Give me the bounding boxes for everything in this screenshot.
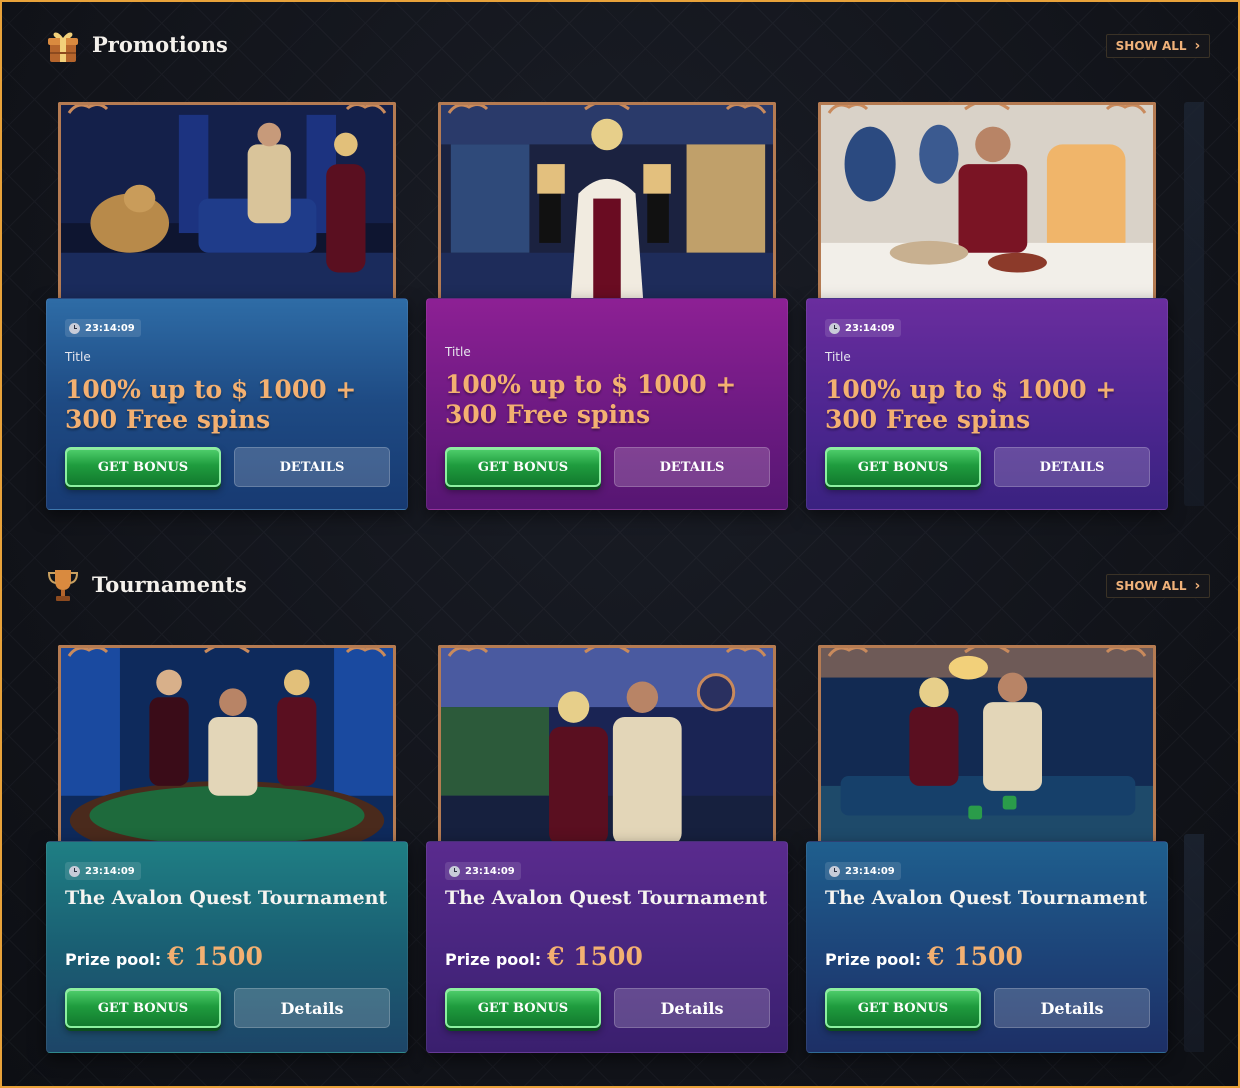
tournament-image (438, 645, 776, 845)
promo-card-body: Title 100% up to $ 1000 + 300 Free spins… (426, 298, 788, 510)
trophy-icon (47, 570, 79, 601)
timer-value: 23:14:09 (85, 322, 135, 334)
prize-pool: Prize pool: € 1500 (825, 942, 1023, 971)
prize-pool-label: Prize pool: (65, 950, 162, 969)
get-bonus-button[interactable]: GET BONUS (65, 447, 221, 487)
prize-pool-value: € 1500 (547, 942, 643, 971)
next-card-peek (1184, 102, 1204, 506)
clock-icon (829, 322, 840, 334)
tournaments-title: Tournaments (92, 572, 247, 597)
prize-pool: Prize pool: € 1500 (65, 942, 263, 971)
promo-image (818, 102, 1156, 302)
tournament-card-body: 23:14:09 The Avalon Quest Tournament Pri… (426, 841, 788, 1053)
chevron-right-icon: › (1194, 578, 1201, 594)
tournament-card-body: 23:14:09 The Avalon Quest Tournament Pri… (46, 841, 408, 1053)
promo-card-body: 23:14:09 Title 100% up to $ 1000 + 300 F… (46, 298, 408, 510)
prize-pool-value: € 1500 (927, 942, 1023, 971)
tournaments-header: Tournaments SHOW ALL › (46, 568, 1210, 608)
timer-badge: 23:14:09 (65, 862, 141, 880)
tournament-name: The Avalon Quest Tournament (445, 887, 768, 909)
clock-icon (829, 865, 840, 877)
promo-offer: 100% up to $ 1000 + 300 Free spins (825, 375, 1117, 434)
gift-box-icon (48, 32, 78, 62)
timer-value: 23:14:09 (845, 322, 895, 334)
promo-label: Title (65, 350, 91, 364)
show-all-label: SHOW ALL (1115, 579, 1187, 593)
promo-image (58, 102, 396, 302)
next-card-peek (1184, 834, 1204, 1052)
get-bonus-button[interactable]: GET BONUS (445, 447, 601, 487)
timer-value: 23:14:09 (845, 865, 895, 877)
promotions-header: Promotions SHOW ALL › (46, 28, 1210, 68)
tournaments-show-all-button[interactable]: SHOW ALL › (1106, 574, 1210, 598)
promotions-show-all-button[interactable]: SHOW ALL › (1106, 34, 1210, 58)
get-bonus-button[interactable]: GET BONUS (65, 988, 221, 1028)
prize-pool: Prize pool: € 1500 (445, 942, 643, 971)
get-bonus-button[interactable]: GET BONUS (445, 988, 601, 1028)
get-bonus-button[interactable]: GET BONUS (825, 988, 981, 1028)
promo-label: Title (445, 345, 471, 359)
promotions-section: Promotions SHOW ALL › 23:14:09 Title 100… (2, 2, 1238, 532)
get-bonus-button[interactable]: GET BONUS (825, 447, 981, 487)
timer-value: 23:14:09 (465, 865, 515, 877)
promo-card-body: 23:14:09 Title 100% up to $ 1000 + 300 F… (806, 298, 1168, 510)
promo-label: Title (825, 350, 851, 364)
timer-badge: 23:14:09 (825, 319, 901, 337)
details-button[interactable]: DETAILS (614, 447, 770, 487)
details-button[interactable]: Details (994, 988, 1150, 1028)
tournament-name: The Avalon Quest Tournament (65, 887, 388, 909)
details-button[interactable]: Details (614, 988, 770, 1028)
page-frame: Promotions SHOW ALL › 23:14:09 Title 100… (2, 2, 1238, 1086)
timer-badge: 23:14:09 (445, 862, 521, 880)
timer-badge: 23:14:09 (65, 319, 141, 337)
tournament-name: The Avalon Quest Tournament (825, 887, 1148, 909)
chevron-right-icon: › (1194, 38, 1201, 54)
prize-pool-label: Prize pool: (445, 950, 542, 969)
prize-pool-label: Prize pool: (825, 950, 922, 969)
timer-value: 23:14:09 (85, 865, 135, 877)
details-button[interactable]: Details (234, 988, 390, 1028)
details-button[interactable]: DETAILS (994, 447, 1150, 487)
prize-pool-value: € 1500 (167, 942, 263, 971)
promo-image (438, 102, 776, 302)
tournaments-section: Tournaments SHOW ALL › 23:14:09 The Aval… (2, 542, 1238, 1082)
timer-badge: 23:14:09 (825, 862, 901, 880)
tournament-image (58, 645, 396, 845)
promo-offer: 100% up to $ 1000 + 300 Free spins (65, 375, 357, 434)
promotions-title: Promotions (92, 32, 228, 57)
tournament-card-body: 23:14:09 The Avalon Quest Tournament Pri… (806, 841, 1168, 1053)
promo-offer: 100% up to $ 1000 + 300 Free spins (445, 370, 737, 429)
show-all-label: SHOW ALL (1115, 39, 1187, 53)
tournament-image (818, 645, 1156, 845)
clock-icon (449, 865, 460, 877)
details-button[interactable]: DETAILS (234, 447, 390, 487)
clock-icon (69, 865, 80, 877)
clock-icon (69, 322, 80, 334)
